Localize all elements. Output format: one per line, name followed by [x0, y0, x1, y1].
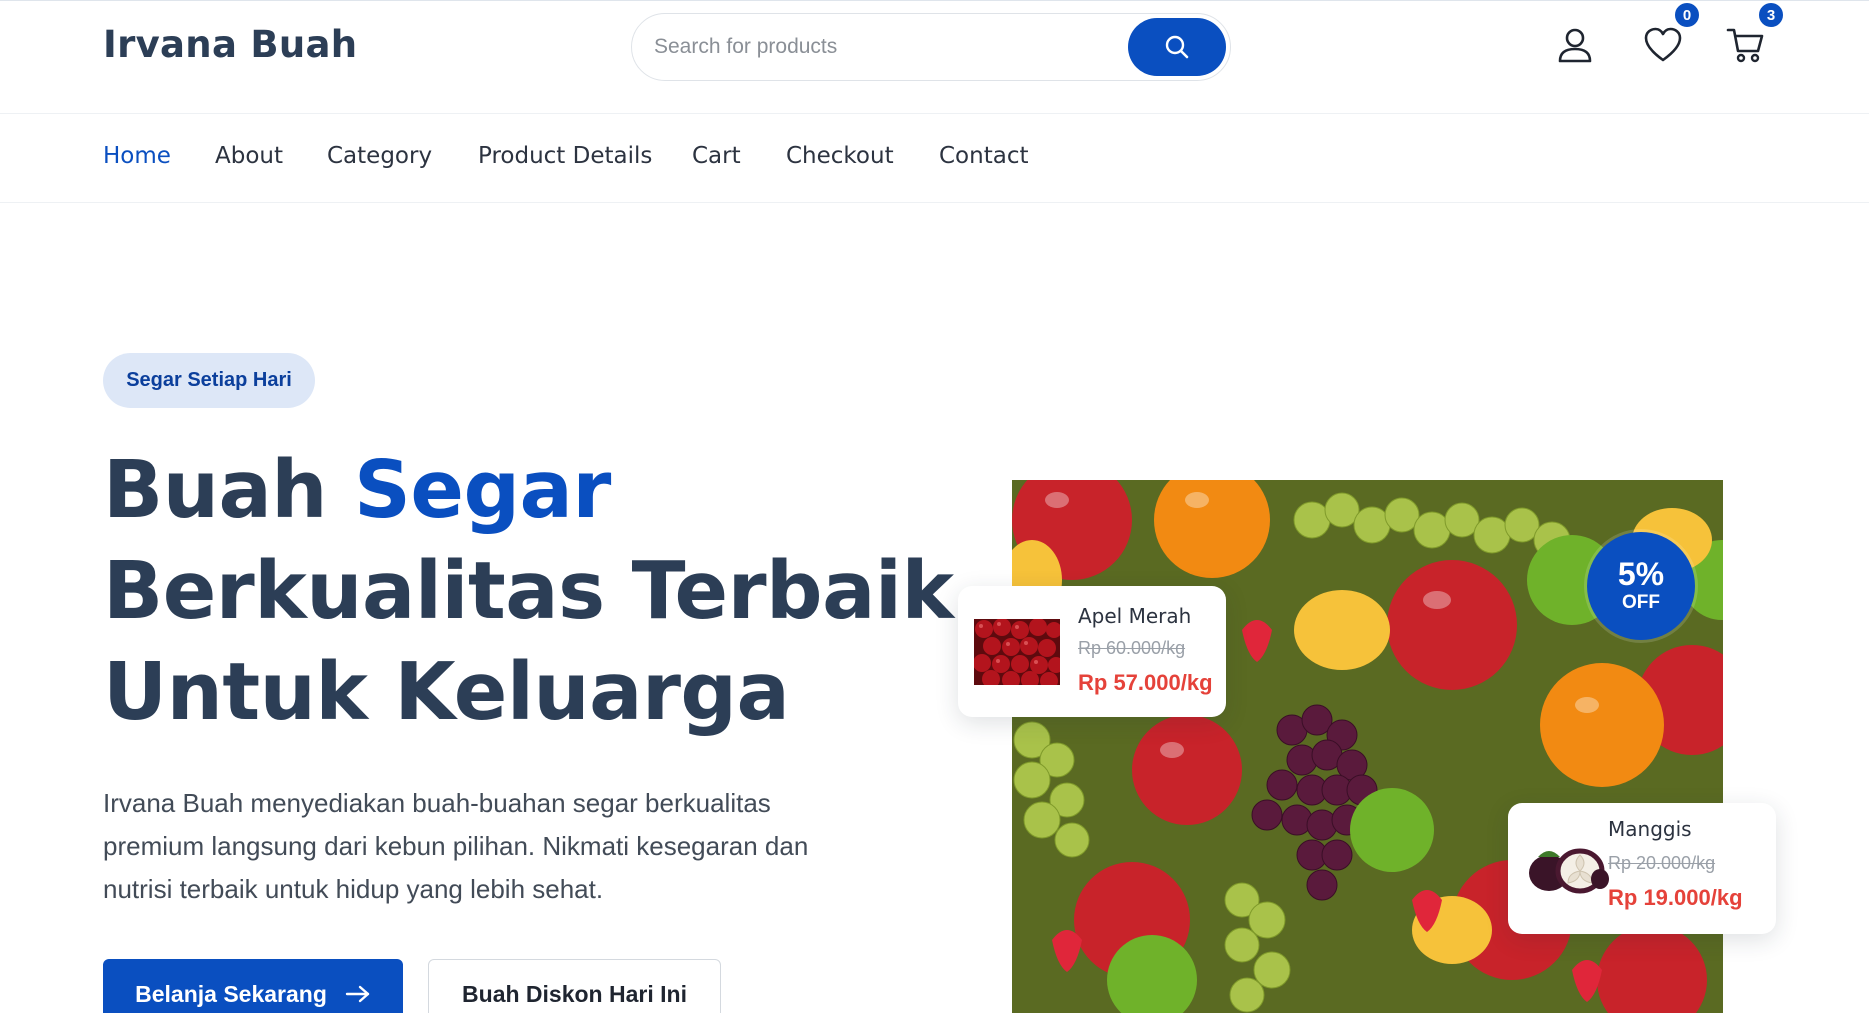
product-name: Manggis	[1608, 817, 1692, 841]
wishlist-button[interactable]	[1641, 23, 1685, 67]
hero-headline-line2: Berkualitas Terbaik	[103, 545, 954, 637]
brand-logo[interactable]: Irvana Buah	[103, 23, 357, 66]
product-new-price: Rp 57.000/kg	[1078, 670, 1213, 695]
nav-item-category[interactable]: Category	[327, 143, 432, 169]
product-thumbnail	[973, 618, 1064, 690]
discount-badge: 5% OFF	[1587, 532, 1695, 640]
arrow-right-icon	[345, 985, 370, 1003]
main-navigation: Home About Category Product Details Cart…	[0, 114, 1869, 203]
search-input[interactable]	[654, 28, 1094, 66]
headline-plain: Buah	[103, 444, 355, 536]
nav-item-contact[interactable]: Contact	[939, 143, 1028, 169]
shop-now-button[interactable]: Belanja Sekarang	[103, 959, 403, 1013]
search-icon	[1165, 35, 1189, 59]
product-new-price: Rp 19.000/kg	[1608, 885, 1743, 910]
product-card-apel-merah[interactable]: Apel Merah Rp 60.000/kg Rp 57.000/kg	[958, 586, 1226, 717]
hero-tag: Segar Setiap Hari	[103, 353, 315, 408]
user-icon	[1558, 28, 1592, 63]
headline-accent: Segar	[354, 444, 611, 536]
search-button[interactable]	[1128, 18, 1226, 76]
nav-item-home[interactable]: Home	[103, 143, 171, 169]
heart-icon	[1644, 27, 1682, 62]
account-button[interactable]	[1553, 23, 1597, 67]
discount-percent: 5%	[1617, 556, 1665, 593]
product-card-manggis[interactable]: Manggis Rp 20.000/kg Rp 19.000/kg	[1508, 803, 1776, 934]
wishlist-count-badge: 0	[1673, 1, 1701, 29]
product-thumbnail	[1524, 835, 1610, 901]
cart-button[interactable]	[1724, 23, 1768, 67]
cart-count-badge: 3	[1757, 1, 1785, 29]
discount-label: OFF	[1622, 591, 1660, 613]
search-bar	[631, 13, 1231, 81]
product-name: Apel Merah	[1078, 604, 1192, 628]
top-header: Irvana Buah 0 3	[0, 0, 1869, 114]
nav-item-about[interactable]: About	[215, 143, 283, 169]
nav-item-cart[interactable]: Cart	[692, 143, 741, 169]
product-old-price: Rp 20.000/kg	[1608, 853, 1716, 873]
hero-headline-line1: Buah Segar	[103, 451, 611, 530]
cart-icon	[1726, 28, 1764, 63]
nav-item-checkout[interactable]: Checkout	[786, 143, 894, 169]
shop-now-label: Belanja Sekarang	[135, 980, 327, 1007]
mangosteen-thumbnail-graphic	[1529, 848, 1609, 894]
hero-headline-line3: Untuk Keluarga	[103, 646, 790, 738]
discount-fruits-button[interactable]: Buah Diskon Hari Ini	[428, 959, 721, 1013]
nav-item-product-details[interactable]: Product Details	[478, 143, 652, 169]
apple-thumbnail-graphic	[973, 618, 1064, 690]
product-old-price: Rp 60.000/kg	[1078, 638, 1186, 658]
hero-description: Irvana Buah menyediakan buah-buahan sega…	[103, 788, 809, 904]
